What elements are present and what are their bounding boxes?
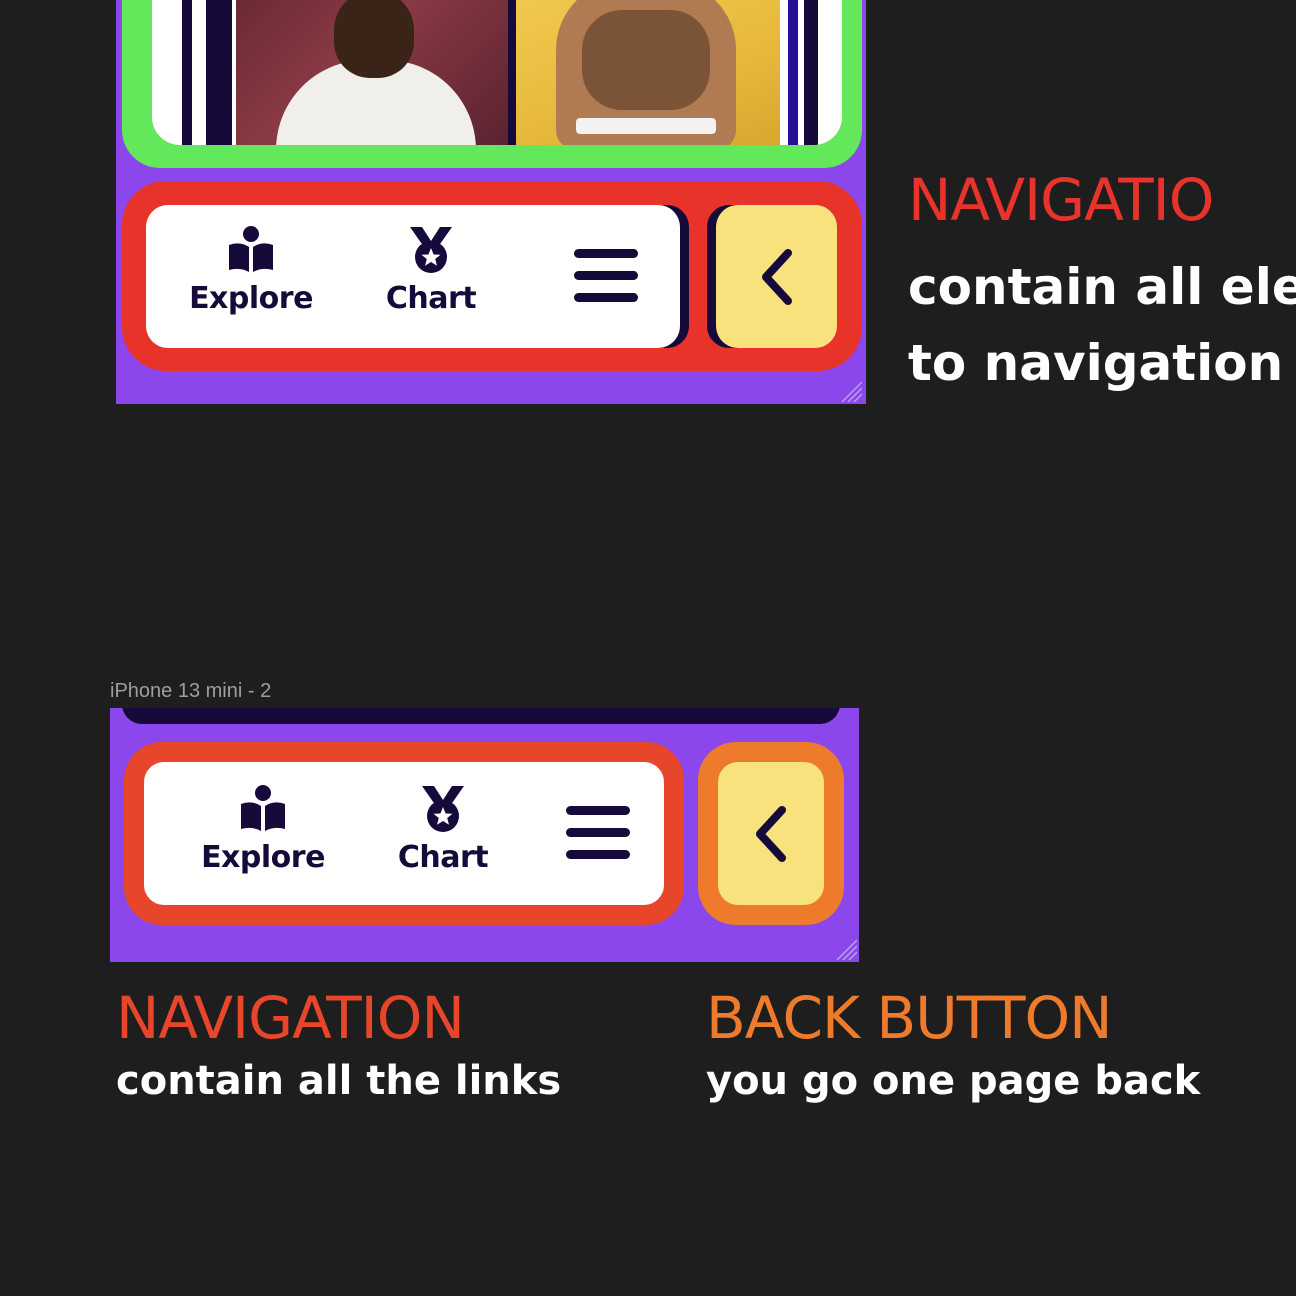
nav-explore-label: Explore [189, 281, 313, 316]
menu-hamburger-icon[interactable] [566, 806, 630, 860]
annotation-back-button-subtitle: you go one page back [706, 1058, 1201, 1104]
gallery-divider [788, 0, 798, 145]
menu-line [566, 828, 630, 837]
menu-line [574, 249, 638, 258]
annotation-top-line1: contain all ele [908, 258, 1296, 316]
image-gallery [152, 0, 842, 145]
menu-hamburger-icon[interactable] [574, 249, 638, 303]
photo-figure-head [334, 0, 414, 78]
annotation-navigation-title: NAVIGATION [116, 984, 465, 1052]
explore-book-icon [229, 226, 273, 272]
menu-line [566, 850, 630, 859]
resize-handle-icon[interactable] [835, 938, 857, 960]
artist-photo[interactable] [516, 0, 780, 145]
annotation-top-title: NAVIGATIO [908, 166, 1214, 234]
gallery-divider [182, 0, 192, 145]
phone-frame-top: Explore Chart [116, 0, 866, 404]
nav-chart-link[interactable]: Chart [368, 784, 518, 875]
image-gallery-highlight [122, 0, 862, 168]
annotation-navigation-subtitle: contain all the links [116, 1058, 562, 1104]
artist-photo[interactable] [236, 0, 512, 145]
frame-label[interactable]: iPhone 13 mini - 2 [110, 680, 271, 703]
navigation-bar: Explore Chart [144, 762, 664, 905]
menu-line [574, 271, 638, 280]
back-button[interactable] [716, 205, 837, 348]
nav-explore-label: Explore [201, 840, 325, 875]
chart-medal-icon [422, 786, 464, 832]
photo-figure-detail [576, 118, 716, 134]
nav-chart-label: Chart [385, 281, 477, 316]
menu-line [566, 806, 630, 815]
back-chevron-icon [756, 806, 786, 862]
gallery-divider [206, 0, 232, 145]
explore-book-icon [241, 785, 285, 831]
back-chevron-icon [762, 249, 792, 305]
nav-chart-label: Chart [397, 840, 489, 875]
phone-frame-iphone-13-mini-2: Explore Chart [110, 708, 859, 962]
annotation-back-button-title: BACK BUTTON [706, 984, 1113, 1052]
chart-medal-icon [410, 227, 452, 273]
annotation-top-line2: to navigation [908, 334, 1284, 392]
resize-handle-icon[interactable] [840, 380, 862, 402]
menu-line [574, 293, 638, 302]
nav-explore-link[interactable]: Explore [176, 225, 326, 316]
nav-explore-link[interactable]: Explore [188, 784, 338, 875]
navigation-bar: Explore Chart [146, 205, 680, 348]
image-gallery-edge [122, 708, 840, 724]
gallery-divider [804, 0, 818, 145]
nav-chart-link[interactable]: Chart [356, 225, 506, 316]
back-button[interactable] [718, 762, 824, 905]
photo-figure-detail [582, 10, 710, 110]
